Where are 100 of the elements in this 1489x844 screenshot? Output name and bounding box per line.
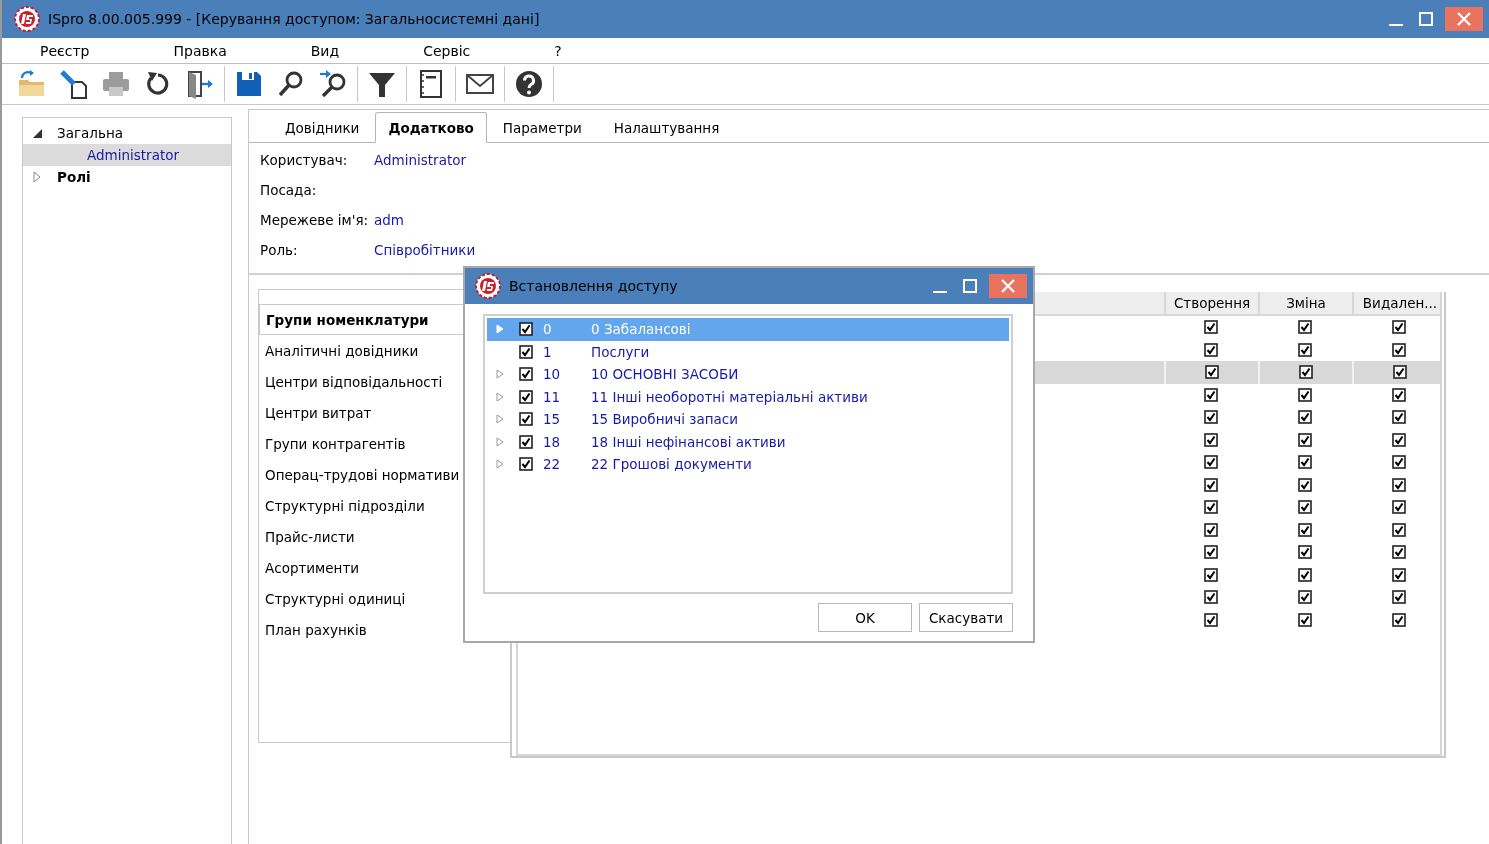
tab[interactable]: Параметри (486, 114, 598, 142)
menu-item[interactable]: ? (552, 42, 564, 59)
column-header[interactable]: Зміна (1258, 292, 1352, 314)
checkbox[interactable] (1204, 320, 1218, 335)
edit-document-icon[interactable] (58, 68, 90, 100)
checkbox[interactable] (519, 412, 533, 427)
checkbox[interactable] (519, 344, 533, 359)
expand-arrow-icon[interactable] (31, 171, 43, 183)
item-code: 1 (543, 343, 553, 360)
checkbox[interactable] (1393, 365, 1407, 380)
ok-button[interactable]: OK (818, 603, 912, 632)
checkbox[interactable] (1298, 545, 1312, 560)
checkbox[interactable] (1392, 612, 1406, 627)
checkbox[interactable] (1392, 432, 1406, 447)
checkbox[interactable] (1204, 545, 1218, 560)
column-header[interactable]: Створення (1164, 292, 1258, 314)
item-name: 11 Інші необоротні матеріальні активи (591, 388, 868, 405)
collapse-arrow-icon[interactable] (31, 127, 43, 139)
tab[interactable]: Налаштування (597, 114, 736, 142)
item-name: Послуги (591, 343, 650, 360)
checkbox[interactable] (1392, 500, 1406, 515)
tree-item[interactable]: Загальна (57, 125, 123, 141)
field-value: Administrator (374, 152, 467, 168)
checkbox[interactable] (1392, 590, 1406, 605)
tab[interactable]: Довідники (269, 114, 376, 142)
checkbox[interactable] (519, 322, 533, 337)
checkbox[interactable] (1204, 612, 1218, 627)
field-value: adm (374, 212, 404, 228)
field-value: Співробітники (374, 242, 476, 258)
checkbox[interactable] (1299, 365, 1313, 380)
checkbox[interactable] (1204, 522, 1218, 537)
checkbox[interactable] (519, 434, 533, 449)
item-code: 10 (543, 366, 562, 383)
item-code: 11 (543, 388, 562, 405)
item-code: 22 (543, 456, 562, 473)
item-name: 0 Забалансові (591, 321, 691, 338)
tree-item[interactable]: Ролі (57, 169, 91, 185)
checkbox[interactable] (1392, 320, 1406, 335)
checkbox[interactable] (1392, 387, 1406, 402)
checkbox[interactable] (1205, 365, 1219, 380)
tree-item[interactable]: Administrator (31, 147, 180, 163)
checkbox[interactable] (1204, 342, 1218, 357)
maximize-icon (1419, 12, 1433, 26)
item-name: 18 Інші нефінансові активи (591, 433, 786, 450)
checkbox[interactable] (1298, 320, 1312, 335)
item-code: 15 (543, 411, 562, 428)
column-header[interactable]: Видален... (1352, 292, 1446, 314)
field-label: Мережеве ім'я: (260, 212, 370, 228)
checkbox[interactable] (1298, 342, 1312, 357)
window-title: ISpro 8.00.005.999 - [Керування доступом: Загальносистемні дані] (48, 11, 541, 27)
checkbox[interactable] (1204, 455, 1218, 470)
checkbox[interactable] (1204, 590, 1218, 605)
checkbox[interactable] (1392, 410, 1406, 425)
checkbox[interactable] (1298, 432, 1312, 447)
app-logo-icon (475, 273, 501, 299)
close-icon (1001, 279, 1015, 293)
checkbox[interactable] (1298, 455, 1312, 470)
checkbox[interactable] (1298, 590, 1312, 605)
item-name: 10 ОСНОВНІ ЗАСОБИ (591, 366, 739, 383)
checkbox[interactable] (519, 389, 533, 404)
cancel-button[interactable]: Скасувати (919, 603, 1013, 632)
field-label: Посада: (260, 182, 318, 198)
menu-item[interactable]: Правка (171, 42, 229, 59)
help-icon[interactable] (513, 68, 545, 100)
checkbox[interactable] (1392, 477, 1406, 492)
close-button[interactable] (1445, 7, 1483, 31)
menu-item[interactable]: Реєстр (38, 42, 92, 59)
menu-item[interactable]: Вид (308, 42, 342, 59)
item-code: 18 (543, 433, 562, 450)
field-label: Користувач: (260, 152, 349, 168)
dialog-title: Встановлення доступу (509, 278, 679, 294)
checkbox[interactable] (1298, 477, 1312, 492)
checkbox[interactable] (1298, 612, 1312, 627)
checkbox[interactable] (1204, 410, 1218, 425)
item-name: 15 Виробничі запаси (591, 411, 739, 428)
checkbox[interactable] (1298, 500, 1312, 515)
checkbox[interactable] (1204, 500, 1218, 515)
item-name: 22 Грошові документи (591, 456, 752, 473)
checkbox[interactable] (1392, 342, 1406, 357)
minimize-icon (933, 291, 947, 293)
checkbox[interactable] (519, 367, 533, 382)
close-icon (1457, 12, 1471, 26)
menu-item[interactable]: Сервіс (421, 42, 473, 59)
tab[interactable]: Додатково (375, 112, 487, 143)
checkbox[interactable] (1298, 410, 1312, 425)
checkbox[interactable] (1204, 387, 1218, 402)
checkbox[interactable] (1392, 567, 1406, 582)
field-label: Роль: (260, 242, 299, 258)
checkbox[interactable] (519, 457, 533, 472)
maximize-icon (963, 279, 977, 293)
checkbox[interactable] (1298, 567, 1312, 582)
checkbox[interactable] (1392, 455, 1406, 470)
checkbox[interactable] (1204, 567, 1218, 582)
checkbox[interactable] (1392, 522, 1406, 537)
checkbox[interactable] (1298, 522, 1312, 537)
checkbox[interactable] (1204, 432, 1218, 447)
close-button[interactable] (989, 274, 1027, 298)
checkbox[interactable] (1298, 387, 1312, 402)
checkbox[interactable] (1204, 477, 1218, 492)
checkbox[interactable] (1392, 545, 1406, 560)
